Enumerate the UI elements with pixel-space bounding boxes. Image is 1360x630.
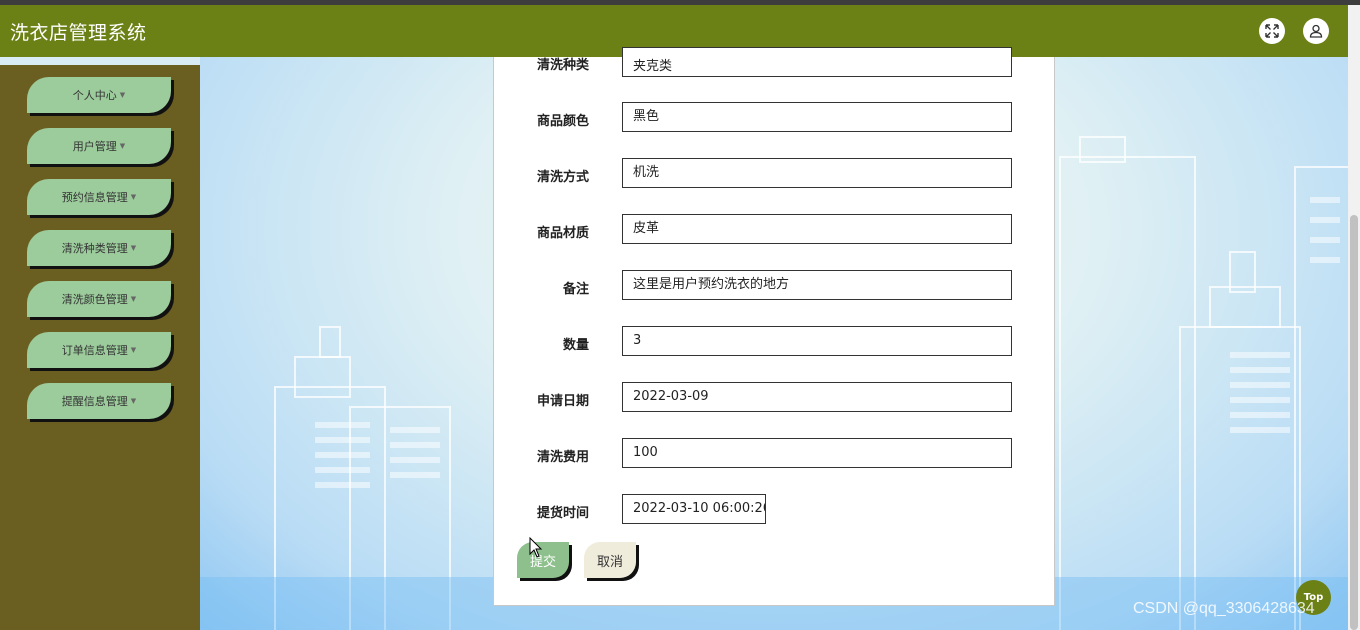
field-label-material: 商品材质 xyxy=(536,226,589,241)
wash-type-input[interactable]: 夹克类 xyxy=(622,47,1012,77)
sidebar-item-personal-center[interactable]: 个人中心 ▼ xyxy=(27,77,171,113)
sidebar-item-wash-color-management[interactable]: 清洗颜色管理 ▼ xyxy=(27,281,171,317)
caret-down-icon: ▼ xyxy=(130,295,137,303)
sidebar-item-wash-type-management[interactable]: 清洗种类管理 ▼ xyxy=(27,230,171,266)
cursor-icon xyxy=(529,537,543,558)
fullscreen-button[interactable] xyxy=(1259,18,1285,44)
sidebar-item-label: 预约信息管理 xyxy=(61,191,128,204)
page-scrollbar[interactable] xyxy=(1348,5,1360,630)
sidebar-item-label: 个人中心 xyxy=(72,89,117,102)
sidebar-item-reminder-management[interactable]: 提醒信息管理 ▼ xyxy=(27,383,171,419)
user-button[interactable] xyxy=(1303,18,1329,44)
order-edit-form: 清洗种类 夹克类 商品颜色 黑色 清洗方式 机洗 商品材质 皮革 备注 这里是用… xyxy=(493,47,1055,606)
sidebar-item-reservation-management[interactable]: 预约信息管理 ▼ xyxy=(27,179,171,215)
app-title: 洗衣店管理系统 xyxy=(10,22,147,44)
caret-down-icon: ▼ xyxy=(119,142,126,150)
field-label-remarks: 备注 xyxy=(562,282,589,297)
submit-button[interactable]: 提交 xyxy=(517,542,569,578)
sidebar-item-label: 提醒信息管理 xyxy=(61,395,128,408)
scrollbar-thumb[interactable] xyxy=(1350,215,1358,630)
pickup-time-input[interactable]: 2022-03-10 06:00:26 xyxy=(622,494,766,524)
field-label-wash-method: 清洗方式 xyxy=(536,170,589,185)
caret-down-icon: ▼ xyxy=(130,397,137,405)
sidebar-item-label: 用户管理 xyxy=(72,140,117,153)
field-label-item-color: 商品颜色 xyxy=(536,114,589,129)
watermark-text: CSDN @qq_3306428634 xyxy=(1133,600,1315,617)
field-label-wash-fee: 清洗费用 xyxy=(536,450,589,465)
caret-down-icon: ▼ xyxy=(130,193,137,201)
cancel-button[interactable]: 取消 xyxy=(584,542,636,578)
apply-date-input[interactable]: 2022-03-09 xyxy=(622,382,1012,412)
caret-down-icon: ▼ xyxy=(130,346,137,354)
field-label-apply-date: 申请日期 xyxy=(536,394,589,409)
caret-down-icon: ▼ xyxy=(130,244,137,252)
remarks-input[interactable]: 这里是用户预约洗衣的地方 xyxy=(622,270,1012,300)
fullscreen-icon xyxy=(1265,24,1279,38)
wash-fee-input[interactable]: 100 xyxy=(622,438,1012,468)
quantity-input[interactable]: 3 xyxy=(622,326,1012,356)
caret-down-icon: ▼ xyxy=(119,91,126,99)
field-label-pickup-time: 提货时间 xyxy=(536,506,589,521)
sidebar-item-label: 订单信息管理 xyxy=(61,344,128,357)
wash-method-input[interactable]: 机洗 xyxy=(622,158,1012,188)
material-input[interactable]: 皮革 xyxy=(622,214,1012,244)
user-icon xyxy=(1309,24,1323,38)
sidebar-item-order-management[interactable]: 订单信息管理 ▼ xyxy=(27,332,171,368)
sidebar-item-label: 清洗种类管理 xyxy=(61,242,128,255)
item-color-input[interactable]: 黑色 xyxy=(622,102,1012,132)
sidebar-item-user-management[interactable]: 用户管理 ▼ xyxy=(27,128,171,164)
sidebar-menu: 个人中心 ▼ 用户管理 ▼ 预约信息管理 ▼ 清洗种类管理 ▼ 清洗颜色管理 ▼ 订单信息… xyxy=(0,65,200,630)
field-label-wash-type: 清洗种类 xyxy=(536,58,589,73)
sidebar-item-label: 清洗颜色管理 xyxy=(61,293,128,306)
field-label-quantity: 数量 xyxy=(562,338,589,353)
